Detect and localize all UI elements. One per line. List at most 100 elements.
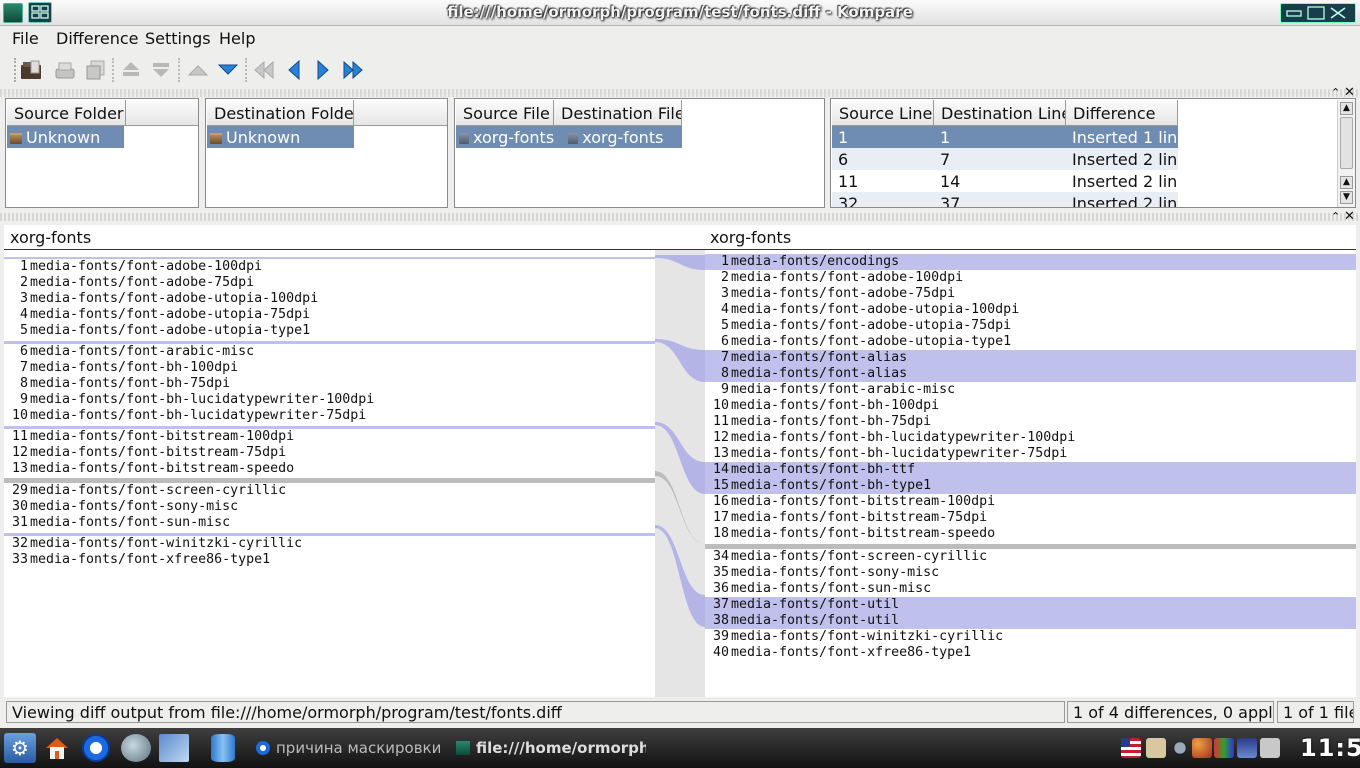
scroll-up-icon[interactable]: ▲ [1340, 176, 1353, 189]
network-globe-icon[interactable] [121, 734, 151, 762]
status-differences: 1 of 4 differences, 0 applied [1067, 701, 1274, 723]
maximize-icon [1307, 6, 1325, 20]
file-pair-row[interactable]: xorg-fonts xorg-fonts [456, 126, 682, 148]
menu-settings[interactable]: Settings [145, 29, 211, 48]
scroll-down-icon[interactable]: ▼ [1340, 191, 1353, 204]
line: 34 media-fonts/font-screen-cyrillic [712, 549, 988, 564]
inserted-line: 14 media-fonts/font-bh-ttf [705, 462, 1356, 478]
line: 8 media-fonts/font-bh-75dpi [19, 376, 231, 391]
menu-file[interactable]: File [12, 29, 39, 48]
close-icon [1330, 7, 1346, 19]
inserted-line: 15 media-fonts/font-bh-type1 [705, 478, 1356, 494]
last-file-icon[interactable] [340, 57, 366, 83]
update-notifier-icon[interactable] [1192, 738, 1212, 758]
next-file-icon[interactable] [310, 57, 336, 83]
kde-menu-icon[interactable]: ⚙ [4, 733, 36, 763]
minimize-icon [1286, 10, 1302, 17]
menu-help[interactable]: Help [219, 29, 255, 48]
differences-scrollbar[interactable]: ▲ ▲ ▼ [1337, 100, 1355, 207]
taskbar: ⚙ причина маскировки - file:///home/ormo… [0, 728, 1360, 768]
scrollbar-thumb[interactable] [1340, 117, 1353, 169]
line: 35 media-fonts/font-sony-misc [712, 565, 940, 580]
save-icon[interactable] [52, 57, 78, 83]
keyboard-layout-flag-icon[interactable] [1121, 738, 1141, 758]
menu-difference[interactable]: Difference [56, 29, 138, 48]
destination-file-header[interactable]: Destination File [554, 100, 682, 126]
differences-panel[interactable]: Source Line Destination Line Difference … [830, 98, 1356, 208]
display-icon[interactable] [1237, 738, 1257, 758]
diff-view-splitter[interactable] [0, 213, 1360, 221]
difference-row[interactable]: 32 37 Inserted 2 lines [832, 192, 1178, 207]
next-difference-icon[interactable] [215, 57, 241, 83]
title-bar[interactable]: file:///home/ormorph/program/test/fonts.… [0, 0, 1360, 26]
file-icon [568, 133, 579, 144]
first-file-icon[interactable] [251, 57, 277, 83]
unapply-difference-icon[interactable] [148, 57, 174, 83]
line: 7 media-fonts/font-bh-100dpi [19, 360, 239, 375]
source-line-header[interactable]: Source Line [832, 100, 934, 126]
left-block: 6 media-fonts/font-arabic-misc 7 media-fon… [4, 341, 655, 424]
float-panel-icon[interactable]: ⌃ [1331, 210, 1340, 223]
line: 5 media-fonts/font-adobe-utopia-type1 [19, 323, 311, 338]
destination-folder-panel[interactable]: Destination Folder Unknown [205, 98, 448, 208]
browser-icon[interactable] [82, 734, 110, 762]
source-folder-panel[interactable]: Source Folder Unknown [5, 98, 199, 208]
navigation-splitter[interactable] [0, 89, 1360, 97]
save-all-icon[interactable] [83, 57, 109, 83]
clock[interactable]: 11:51 [1300, 734, 1360, 762]
printer-icon[interactable] [1260, 738, 1280, 758]
taskbar-task-kompare[interactable]: file:///home/ormorph/pr [476, 739, 646, 757]
destination-folder-item[interactable]: Unknown [207, 126, 354, 148]
difference-header[interactable]: Difference [1066, 100, 1178, 126]
source-folder-header[interactable]: Source Folder [7, 100, 126, 126]
previous-difference-icon[interactable] [185, 57, 211, 83]
home-folder-icon[interactable] [43, 734, 71, 762]
line: 29 media-fonts/font-screen-cyrillic [11, 483, 287, 498]
line: 18 media-fonts/font-bitstream-speedo [712, 526, 996, 541]
left-block: 32 media-fonts/font-winitzki-cyrillic 33 m… [4, 533, 655, 568]
line: 4 media-fonts/font-adobe-utopia-75dpi [19, 307, 311, 322]
line: 40 media-fonts/font-xfree86-type1 [712, 645, 972, 660]
destination-line-header[interactable]: Destination Line [934, 100, 1066, 126]
inserted-line: 8 media-fonts/font-alias [705, 366, 1356, 382]
inserted-line: 38 media-fonts/font-util [705, 613, 1356, 629]
source-file-name: xorg-fonts [473, 128, 555, 147]
close-panel-icon[interactable]: ✕ [1344, 209, 1355, 224]
line: 10 media-fonts/font-bh-100dpi [712, 398, 940, 413]
left-diff-pane[interactable]: 1 media-fonts/font-adobe-100dpi 2 media-fo… [4, 257, 655, 568]
previous-file-icon[interactable] [281, 57, 307, 83]
scroll-up-icon[interactable]: ▲ [1340, 102, 1353, 115]
file-manager-icon[interactable] [159, 734, 189, 762]
line: 10 media-fonts/font-bh-lucidatypewriter-7… [11, 408, 367, 423]
right-pane-title: xorg-fonts [710, 228, 792, 247]
color-icon[interactable] [1214, 738, 1234, 758]
right-block: 1 media-fonts/encodings 2 media-fonts/font… [705, 254, 1356, 542]
status-files: 1 of 1 file [1277, 701, 1354, 723]
line: 2 media-fonts/font-adobe-100dpi [720, 270, 964, 285]
open-folder-icon[interactable] [18, 57, 44, 83]
line: 9 media-fonts/font-bh-lucidatypewriter-10… [19, 392, 375, 407]
volume-icon[interactable] [1170, 738, 1190, 758]
taskbar-task-browser[interactable]: причина маскировки - [276, 739, 442, 757]
line: 17 media-fonts/font-bitstream-75dpi [712, 510, 988, 525]
difference-row[interactable]: 11 14 Inserted 2 lines [832, 170, 1178, 192]
difference-row[interactable]: 6 7 Inserted 2 lines [832, 148, 1178, 170]
window-controls[interactable] [1280, 3, 1356, 23]
difference-row[interactable]: 1 1 Inserted 1 line [832, 126, 1178, 148]
destination-folder-header[interactable]: Destination Folder [207, 100, 354, 126]
source-file-header[interactable]: Source File [456, 100, 554, 126]
apply-difference-icon[interactable] [118, 57, 144, 83]
line: 16 media-fonts/font-bitstream-100dpi [712, 494, 996, 509]
right-diff-pane[interactable]: 1 media-fonts/encodings 2 media-fonts/font… [705, 254, 1356, 661]
line: 9 media-fonts/font-arabic-misc [720, 382, 956, 397]
line: 12 media-fonts/font-bh-lucidatypewriter-1… [712, 430, 1076, 445]
database-icon[interactable] [211, 734, 235, 762]
right-block: 34 media-fonts/font-screen-cyrillic 35 med… [705, 544, 1356, 661]
file-icon [459, 133, 469, 144]
left-pane-title: xorg-fonts [10, 228, 92, 247]
clipboard-icon[interactable] [1146, 738, 1166, 758]
files-panel[interactable]: Source File Destination File xorg-fonts … [454, 98, 825, 208]
empty-column-header [126, 100, 198, 126]
inserted-line: 1 media-fonts/encodings [705, 254, 1356, 270]
source-folder-item[interactable]: Unknown [7, 126, 124, 148]
